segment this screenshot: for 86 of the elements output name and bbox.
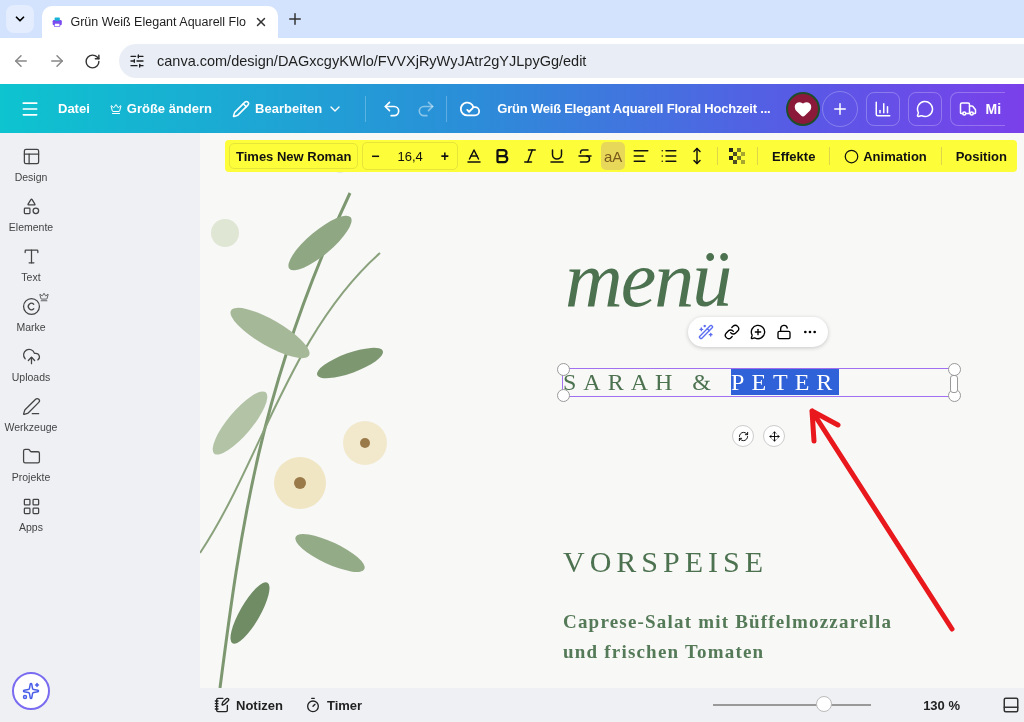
names-text: SARAH & PETER (563, 368, 840, 397)
sparkles-icon (22, 682, 40, 700)
tab-title: Grün Weiß Elegant Aquarell Flo (70, 15, 246, 29)
avatar[interactable] (786, 91, 821, 126)
truck-icon (959, 99, 978, 118)
format-button[interactable]: aA (601, 142, 625, 170)
design-title[interactable]: Grün Weiß Elegant Aquarell Floral Hochzeit ... (497, 101, 771, 116)
magic-button[interactable] (12, 672, 50, 710)
tab-list-button[interactable] (6, 5, 34, 33)
crown-icon (109, 102, 122, 115)
toolbar-button[interactable]: Effekte (766, 148, 822, 164)
resize-handle[interactable] (557, 389, 570, 402)
increase-button[interactable]: + (440, 148, 450, 164)
apps-icon (21, 497, 41, 516)
text-color-icon (464, 147, 483, 165)
move-icon (768, 430, 780, 442)
font-select[interactable]: Times New Roman (229, 143, 359, 169)
page-view-button[interactable] (1002, 696, 1020, 714)
menu-title: menü (565, 245, 731, 313)
font-size-value: 16,4 (397, 148, 423, 164)
comment-icon[interactable] (750, 324, 766, 340)
timer-button[interactable]: Timer (304, 697, 363, 713)
magic-pencil-icon[interactable] (698, 324, 714, 340)
panel-icon (1002, 696, 1020, 714)
crown-icon (39, 292, 49, 302)
zoom-reading[interactable]: 130 % (923, 697, 960, 713)
notes-icon (214, 697, 230, 713)
sidebar-item[interactable]: Apps (0, 497, 62, 533)
decrease-button[interactable]: − (371, 148, 380, 164)
comment-icon (916, 99, 935, 118)
list-icon (659, 147, 678, 165)
underline-icon (548, 147, 567, 165)
resize-handle[interactable] (557, 363, 570, 376)
pencil-icon (232, 99, 251, 118)
sidebar-item[interactable]: Elemente (0, 197, 62, 233)
printer-icon (52, 14, 63, 30)
new-tab-button[interactable] (286, 10, 304, 28)
close-icon (254, 15, 268, 29)
toolbar-button[interactable]: Animation (838, 148, 933, 164)
print-button[interactable]: Mi (950, 91, 1006, 126)
zoom-thumb[interactable] (815, 696, 832, 712)
sidebar-item[interactable]: Projekte (0, 447, 62, 483)
address-field[interactable]: canva.com/design/DAGxcgyKWlo/FVVXjRyWyJAtr2gYJLpyGg/edit (119, 44, 1024, 78)
rotate-icon (737, 430, 749, 442)
redo-icon (416, 98, 437, 119)
unlock-icon[interactable] (776, 324, 792, 340)
rotate-button[interactable] (732, 425, 754, 447)
section-heading: VORSPEISE (563, 545, 769, 579)
plus-icon (286, 10, 304, 28)
align-left-icon (631, 147, 650, 165)
bar-chart-icon (874, 99, 893, 118)
forward-arrow-icon (48, 52, 66, 70)
heart-icon (794, 99, 813, 118)
sidebar-item[interactable]: Uploads (0, 347, 62, 383)
brand-icon (21, 297, 41, 316)
animation-icon (844, 148, 860, 164)
uploads-icon (21, 347, 41, 366)
sidebar-item[interactable]: Marke (0, 297, 62, 333)
back-button[interactable] (12, 52, 30, 70)
analytics-button[interactable] (866, 91, 901, 126)
strikethrough-icon (576, 147, 595, 165)
transparency-icon (729, 148, 746, 164)
design-icon (21, 147, 41, 166)
font-size-field[interactable]: − 16,4 + (362, 142, 459, 170)
sidebar-item[interactable]: Design (0, 147, 62, 183)
site-settings-icon (129, 53, 145, 69)
toolbar-button[interactable]: Position (949, 148, 1013, 164)
notes-button[interactable]: Notizen (214, 697, 283, 713)
elements-icon (21, 197, 41, 216)
dish-text: Caprese-Salat mit Büffelmozzarella und frischen Tomaten (563, 610, 893, 664)
close-tab-button[interactable] (254, 15, 268, 29)
url-text: canva.com/design/DAGxcgyKWlo/FVVXjRyWyJAtr2gYJLpyGg/edit (157, 53, 587, 69)
link-icon[interactable] (724, 324, 740, 340)
tools-icon (21, 397, 41, 416)
resize-handle[interactable] (950, 375, 958, 393)
comment-button[interactable] (908, 91, 943, 126)
browser-tab[interactable]: Grün Weiß Elegant Aquarell Flo (42, 6, 278, 38)
sidebar-item[interactable]: Werkzeuge (0, 397, 62, 433)
projects-icon (21, 447, 41, 466)
move-button[interactable] (763, 425, 785, 447)
timer-icon (304, 697, 321, 713)
sidebar-item[interactable]: Text (0, 247, 62, 283)
forward-button[interactable] (48, 52, 66, 70)
resize-handle[interactable] (948, 363, 961, 376)
reload-button[interactable] (84, 52, 101, 70)
reload-icon (84, 52, 101, 70)
